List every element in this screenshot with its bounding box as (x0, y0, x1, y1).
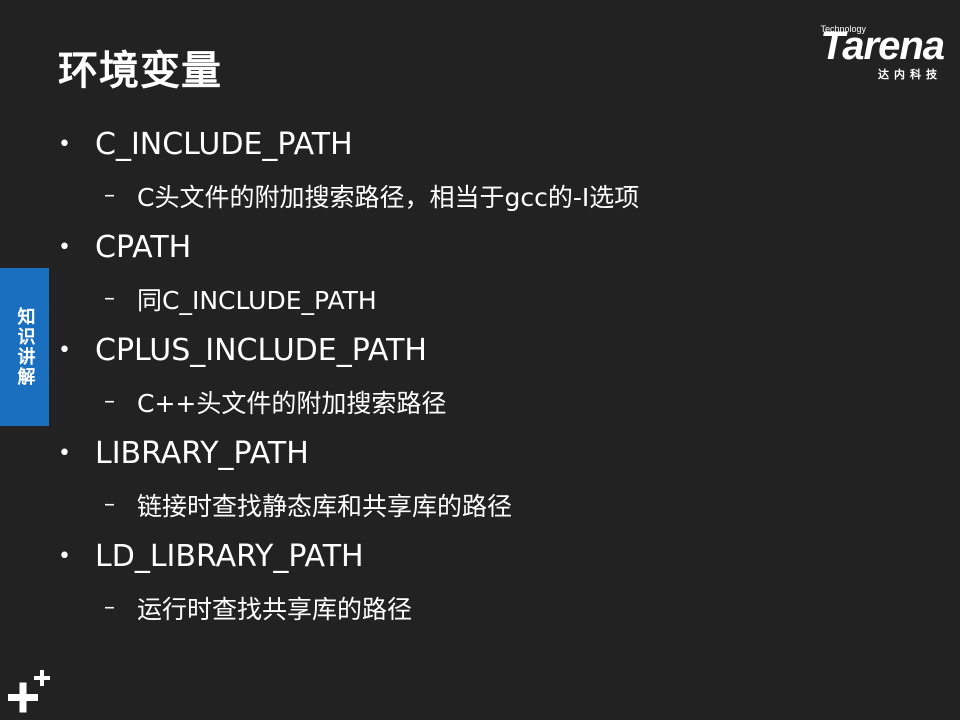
list-item: • CPATH (58, 221, 918, 273)
bullet-icon: • (58, 234, 71, 260)
dash-icon: – (104, 492, 115, 517)
sub-item-label: 链接时查找静态库和共享库的路径 (137, 491, 513, 521)
sub-item-label: C头文件的附加搜索路径，相当于gcc的-I选项 (137, 182, 640, 212)
logo-chinese-text: 达内科技 (878, 68, 942, 81)
item-label: C_INCLUDE_PATH (95, 126, 353, 162)
list-item: • CPLUS_INCLUDE_PATH (58, 324, 918, 376)
dash-icon: – (104, 286, 115, 311)
list-item: • C_INCLUDE_PATH (58, 118, 918, 170)
sub-item-label: 同C_INCLUDE_PATH (137, 285, 377, 315)
bullet-list: • C_INCLUDE_PATH – C头文件的附加搜索路径，相当于gcc的-I… (58, 118, 918, 633)
sub-item-label: 运行时查找共享库的路径 (137, 594, 413, 624)
side-tab-label: 知识讲解 (14, 307, 36, 387)
bullet-icon: • (58, 131, 71, 157)
dash-icon: – (104, 183, 115, 208)
item-label: LD_LIBRARY_PATH (95, 538, 364, 574)
item-label: CPLUS_INCLUDE_PATH (95, 332, 427, 368)
dash-icon: – (104, 389, 115, 414)
sub-item: – C++头文件的附加搜索路径 (58, 376, 918, 427)
tarena-logo: Technology Tarena 达内科技 (780, 24, 945, 84)
item-label: LIBRARY_PATH (95, 435, 309, 471)
logo-brand-text: Tarena (820, 24, 945, 68)
list-item: • LIBRARY_PATH (58, 427, 918, 479)
bullet-icon: • (58, 440, 71, 466)
slide: 环境变量 Technology Tarena 达内科技 知识讲解 • C_INC… (0, 0, 960, 720)
item-label: CPATH (95, 229, 192, 265)
sub-item: – C头文件的附加搜索路径，相当于gcc的-I选项 (58, 170, 918, 221)
sub-item-label: C++头文件的附加搜索路径 (137, 388, 447, 418)
dash-icon: – (104, 595, 115, 620)
sub-item: – 运行时查找共享库的路径 (58, 582, 918, 633)
list-item: • LD_LIBRARY_PATH (58, 530, 918, 582)
sub-item: – 链接时查找静态库和共享库的路径 (58, 479, 918, 530)
plus-plus-icon (8, 670, 50, 713)
slide-title: 环境变量 (58, 48, 222, 94)
bullet-icon: • (58, 337, 71, 363)
side-tab: 知识讲解 (0, 268, 49, 426)
bullet-icon: • (58, 543, 71, 569)
sub-item: – 同C_INCLUDE_PATH (58, 273, 918, 324)
